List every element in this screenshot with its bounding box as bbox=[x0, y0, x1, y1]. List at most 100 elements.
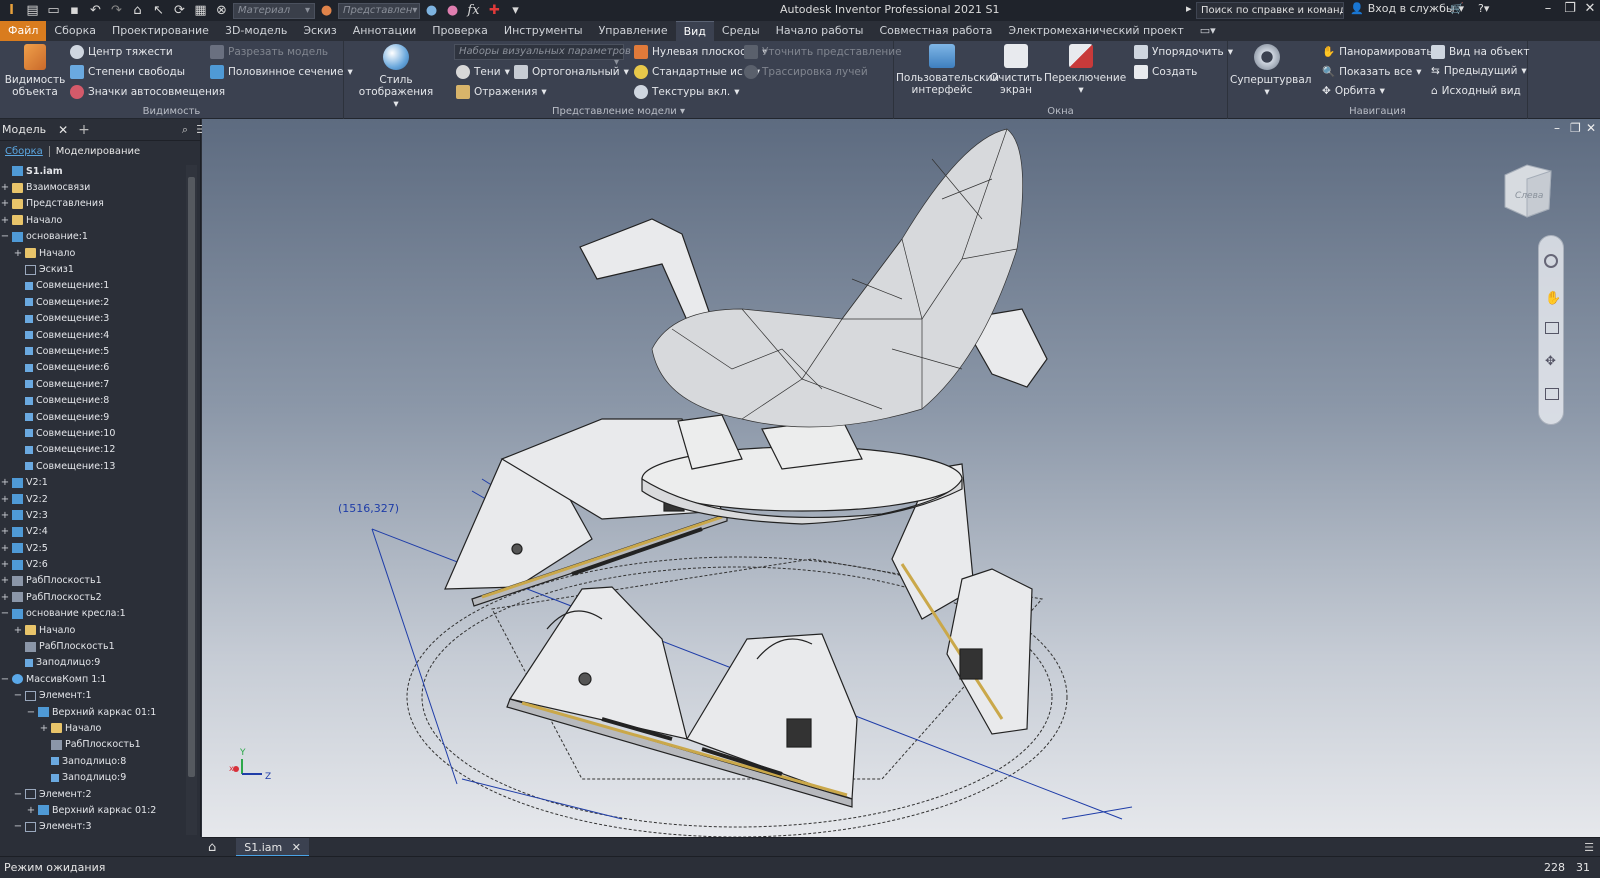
tree-node[interactable]: S1.iam bbox=[0, 163, 186, 179]
visual-presets-select[interactable]: Наборы визуальных параметров ▾ bbox=[454, 44, 631, 68]
tab-get-started[interactable]: Начало работы bbox=[768, 21, 872, 41]
tree-node[interactable]: − основание:1 bbox=[0, 229, 186, 245]
automate-icons-button[interactable]: Значки автосовмещения bbox=[70, 85, 225, 99]
collapse-icon[interactable]: − bbox=[13, 789, 23, 800]
tree-node[interactable]: + Начало bbox=[0, 212, 186, 228]
browser-scrollbar[interactable] bbox=[186, 165, 197, 835]
tree-node[interactable]: Эскиз1 bbox=[0, 261, 186, 277]
dof-button[interactable]: Степени свободы bbox=[70, 65, 185, 79]
arrange-button[interactable]: Упорядочить ▾ bbox=[1134, 45, 1233, 59]
collapse-icon[interactable]: − bbox=[0, 231, 10, 242]
tree-node[interactable]: Заподлицо:9 bbox=[0, 655, 186, 671]
document-tab[interactable]: S1.iam ✕ bbox=[236, 837, 309, 857]
search-icon[interactable]: ⌕ bbox=[182, 123, 188, 137]
previous-view-button[interactable]: ⇆ Предыдущий ▾ bbox=[1431, 65, 1527, 77]
open-folder-icon[interactable]: ▭ bbox=[44, 2, 63, 19]
tree-node[interactable]: + V2:4 bbox=[0, 524, 186, 540]
fx-icon[interactable]: fx bbox=[464, 2, 483, 19]
refine-button[interactable]: Уточнить представление bbox=[744, 45, 902, 59]
tree-node[interactable]: + V2:6 bbox=[0, 556, 186, 572]
tab-electromechanical[interactable]: Электромеханический проект bbox=[1000, 21, 1191, 41]
redo-icon[interactable]: ↷ bbox=[107, 2, 126, 19]
subtab-modeling[interactable]: Моделирование bbox=[50, 146, 140, 157]
minimize-button[interactable]: – bbox=[1538, 1, 1558, 19]
collapse-icon[interactable]: − bbox=[13, 821, 23, 832]
tree-node[interactable]: Совмещение:10 bbox=[0, 425, 186, 441]
tree-node[interactable]: Совмещение:8 bbox=[0, 392, 186, 408]
appearance-select[interactable]: Представлен ▾ bbox=[338, 2, 420, 19]
tree-node[interactable]: Совмещение:5 bbox=[0, 343, 186, 359]
visual-style-button[interactable]: Стиль отображения ▾ bbox=[350, 44, 442, 110]
tree-node[interactable]: Совмещение:13 bbox=[0, 458, 186, 474]
scrollbar-thumb[interactable] bbox=[188, 177, 195, 777]
tree-node[interactable]: + Представления bbox=[0, 196, 186, 212]
tree-node[interactable]: − Элемент:2 bbox=[0, 786, 186, 802]
collapse-icon[interactable]: − bbox=[0, 674, 10, 685]
tree-node[interactable]: + Начало bbox=[0, 245, 186, 261]
tree-node[interactable]: РабПлоскость1 bbox=[0, 638, 186, 654]
restore-button[interactable]: ❐ bbox=[1560, 1, 1580, 19]
tree-node[interactable]: Совмещение:2 bbox=[0, 294, 186, 310]
object-visibility-button[interactable]: Видимость объекта bbox=[4, 44, 66, 98]
expand-icon[interactable]: + bbox=[0, 198, 10, 209]
new-window-button[interactable]: Создать bbox=[1134, 65, 1197, 79]
pan-tool-icon[interactable]: ✋ bbox=[1545, 291, 1561, 306]
save-icon[interactable]: ▪ bbox=[65, 2, 84, 19]
tab-3d-model[interactable]: 3D-модель bbox=[217, 21, 295, 41]
expand-icon[interactable]: + bbox=[13, 248, 23, 259]
help-icon[interactable]: ?▾ bbox=[1478, 2, 1489, 15]
tab-manage[interactable]: Управление bbox=[591, 21, 676, 41]
tree-node[interactable]: + Верхний каркас 01:2 bbox=[0, 802, 186, 818]
pan-button[interactable]: ✋ Панорамировать bbox=[1322, 45, 1433, 59]
half-section-button[interactable]: Половинное сечение ▾ bbox=[210, 65, 353, 79]
expand-icon[interactable]: + bbox=[0, 477, 10, 488]
close-icon[interactable]: ✕ bbox=[292, 841, 301, 854]
user-interface-button[interactable]: Пользовательский интерфейс bbox=[896, 44, 999, 96]
tree-node[interactable]: Совмещение:12 bbox=[0, 442, 186, 458]
tree-node[interactable]: Совмещение:7 bbox=[0, 376, 186, 392]
expand-icon[interactable]: + bbox=[0, 559, 10, 570]
view-cube-icon[interactable]: Слева bbox=[1497, 159, 1557, 221]
close-button[interactable]: ✕ bbox=[1580, 1, 1600, 19]
tab-inspect[interactable]: Проверка bbox=[424, 21, 496, 41]
tree-node[interactable]: Совмещение:4 bbox=[0, 327, 186, 343]
tree-node[interactable]: − МассивКомп 1:1 bbox=[0, 671, 186, 687]
tree-node[interactable]: + Начало bbox=[0, 622, 186, 638]
tree-node[interactable]: + РабПлоскость2 bbox=[0, 589, 186, 605]
orbit-tool-icon[interactable]: ✥ bbox=[1545, 354, 1556, 369]
tree-node[interactable]: + V2:2 bbox=[0, 491, 186, 507]
subtab-assembly[interactable]: Сборка bbox=[5, 145, 50, 157]
expand-icon[interactable]: + bbox=[26, 805, 36, 816]
tree-node[interactable]: + РабПлоскость1 bbox=[0, 573, 186, 589]
collapse-icon[interactable]: − bbox=[13, 690, 23, 701]
tab-environments[interactable]: Среды bbox=[714, 21, 768, 41]
close-icon[interactable]: ✕ bbox=[58, 123, 68, 137]
tab-tools[interactable]: Инструменты bbox=[496, 21, 591, 41]
slice-button[interactable]: Разрезать модель bbox=[210, 45, 328, 59]
new-file-icon[interactable]: ▤ bbox=[23, 2, 42, 19]
customize-icon[interactable]: ▾ bbox=[506, 2, 525, 19]
collapse-icon[interactable]: − bbox=[0, 608, 10, 619]
tree-node[interactable]: Совмещение:1 bbox=[0, 278, 186, 294]
look-at-tool-icon[interactable] bbox=[1545, 388, 1559, 400]
reflections-button[interactable]: Отражения ▾ bbox=[456, 85, 547, 99]
undo-icon[interactable]: ↶ bbox=[86, 2, 105, 19]
tree-node[interactable]: + Начало bbox=[0, 720, 186, 736]
sign-in-button[interactable]: 👤 Вход в службы ▾ bbox=[1350, 2, 1464, 15]
expand-icon[interactable]: + bbox=[0, 592, 10, 603]
full-wheel-button[interactable]: Суперштурвал ▾ bbox=[1230, 44, 1311, 98]
lighting-select[interactable]: Стандартные ис▾ bbox=[634, 65, 760, 79]
switch-button[interactable]: Переключение ▾ bbox=[1044, 44, 1126, 96]
ribbon-options-icon[interactable]: ▭▾ bbox=[1192, 21, 1224, 41]
ray-tracing-button[interactable]: Трассировка лучей bbox=[744, 65, 868, 79]
view-cube[interactable]: Слева bbox=[1497, 159, 1557, 224]
zoom-all-button[interactable]: 🔍 Показать все ▾ bbox=[1322, 65, 1422, 79]
tree-node[interactable]: Заподлицо:9 bbox=[0, 769, 186, 785]
expand-icon[interactable]: + bbox=[0, 510, 10, 521]
select-icon[interactable]: ↖ bbox=[149, 2, 168, 19]
tree-node[interactable]: + V2:3 bbox=[0, 507, 186, 523]
tree-node[interactable]: − Элемент:3 bbox=[0, 819, 186, 833]
orthographic-button[interactable]: Ортогональный ▾ bbox=[514, 65, 629, 79]
help-search-input[interactable]: Поиск по справке и командам. bbox=[1196, 2, 1344, 19]
tab-sketch[interactable]: Эскиз bbox=[295, 21, 344, 41]
